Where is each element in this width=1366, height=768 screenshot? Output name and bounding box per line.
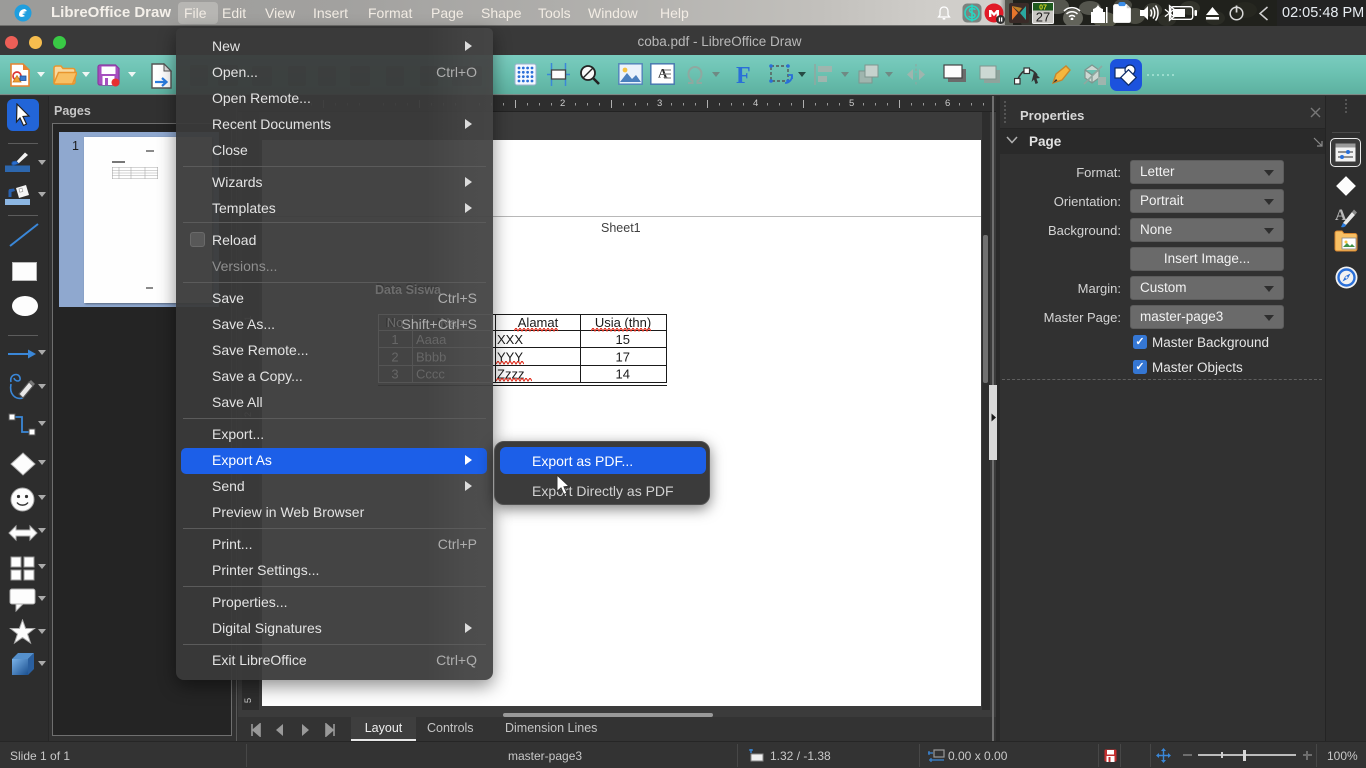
svg-text:F: F [736, 63, 751, 87]
svg-text:Bbbb: Bbbb [416, 350, 446, 365]
svg-text:2: 2 [391, 350, 398, 365]
svg-text:3: 3 [391, 367, 398, 382]
svg-text:27: 27 [1036, 10, 1050, 25]
svg-text:14: 14 [616, 367, 630, 382]
svg-text:1: 1 [391, 332, 398, 347]
svg-text:Cccc: Cccc [416, 367, 445, 382]
svg-text:XXX: XXX [497, 332, 523, 347]
svg-text:Aaaa: Aaaa [416, 332, 447, 347]
svg-text:15: 15 [616, 332, 630, 347]
svg-text:17: 17 [616, 350, 630, 365]
